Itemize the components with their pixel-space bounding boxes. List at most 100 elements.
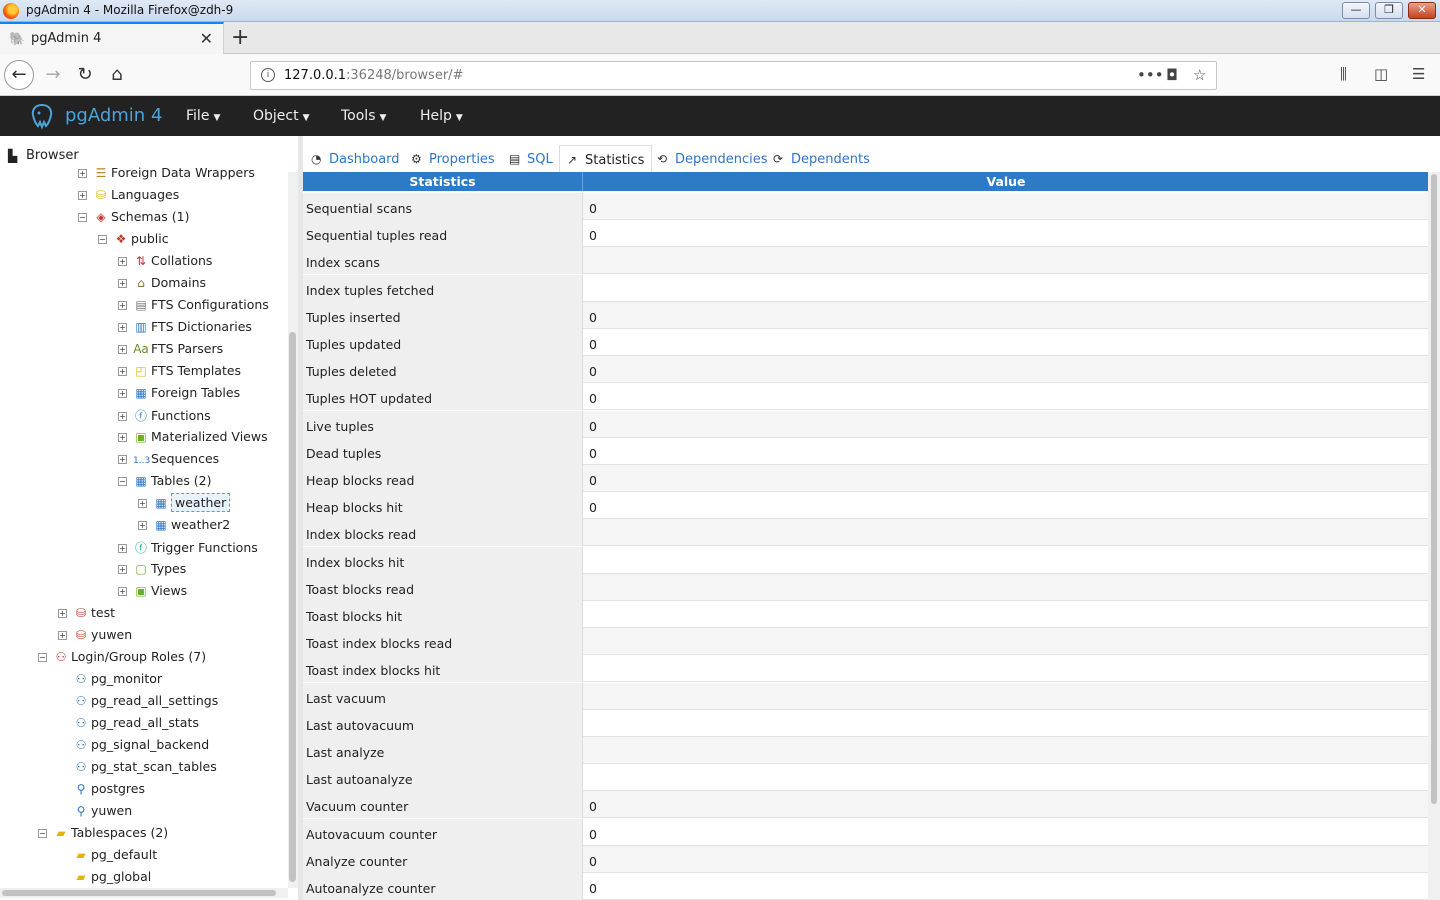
close-window-button[interactable]: ✕ — [1408, 2, 1436, 19]
expand-icon[interactable]: + — [118, 367, 127, 376]
new-tab-button[interactable]: + — [231, 25, 249, 50]
forward-button[interactable]: → — [38, 60, 68, 90]
pocket-icon[interactable]: ◘ — [1166, 66, 1178, 84]
table-row[interactable]: Toast index blocks hit — [303, 655, 1428, 683]
menu-file[interactable]: File ▼ — [186, 108, 220, 124]
tree-node[interactable]: + ▥ FTS Dictionaries — [118, 319, 252, 339]
column-header-statistics[interactable]: Statistics — [303, 172, 583, 191]
column-header-value[interactable]: Value — [584, 172, 1428, 191]
table-row[interactable]: Tuples deleted 0 — [303, 356, 1428, 384]
table-row[interactable]: Live tuples 0 — [303, 410, 1428, 438]
menu-tools[interactable]: Tools ▼ — [341, 108, 386, 124]
sidebar-toggle-icon[interactable]: ◫ — [1374, 65, 1388, 83]
table-row[interactable]: Index scans — [303, 247, 1428, 275]
tree-node[interactable]: − ▦ Tables (2) — [118, 473, 212, 493]
tree-node[interactable]: + ⛁ test — [58, 605, 115, 625]
tab-properties[interactable]: ⚙ Properties — [411, 145, 495, 172]
table-row[interactable]: Index blocks hit — [303, 546, 1428, 574]
minimize-button[interactable]: — — [1342, 2, 1370, 19]
table-row[interactable]: Heap blocks hit 0 — [303, 492, 1428, 520]
tree-node[interactable]: ⚲ yuwen — [58, 803, 133, 823]
menu-object[interactable]: Object ▼ — [253, 108, 310, 124]
table-row[interactable]: Toast index blocks read — [303, 628, 1428, 656]
table-row[interactable]: Sequential scans 0 — [303, 193, 1428, 220]
tree-horizontal-scrollbar[interactable] — [0, 888, 288, 898]
tree-vscroll-thumb[interactable] — [289, 332, 296, 882]
tree-node[interactable]: + ▦ weather — [138, 493, 231, 515]
tree-node[interactable]: + ◰ FTS Templates — [118, 363, 241, 383]
tree-node[interactable]: + ☰ Foreign Data Wrappers — [78, 167, 255, 185]
tree-node[interactable]: + ▦ weather2 — [138, 517, 230, 537]
expand-icon[interactable]: + — [118, 301, 127, 310]
expand-icon[interactable]: + — [118, 345, 127, 354]
collapse-icon[interactable]: − — [118, 477, 127, 486]
tree-node[interactable]: + ⛁ yuwen — [58, 627, 132, 647]
tree-node[interactable]: + ▣ Materialized Views — [118, 429, 268, 449]
tab-dependencies[interactable]: ⟲ Dependencies — [657, 145, 768, 172]
expand-icon[interactable]: + — [118, 389, 127, 398]
tree-node[interactable]: ▰ pg_default — [58, 847, 157, 867]
tree-node[interactable]: + ▢ Types — [118, 561, 186, 581]
tree-node[interactable]: − ▰ Tablespaces (2) — [38, 825, 168, 845]
expand-icon[interactable]: + — [118, 257, 127, 266]
expand-icon[interactable]: + — [118, 455, 127, 464]
table-row[interactable]: Tuples inserted 0 — [303, 301, 1428, 329]
expand-icon[interactable]: + — [118, 433, 127, 442]
library-icon[interactable]: ⫼ — [1340, 65, 1347, 83]
address-bar[interactable]: i 127.0.0.1:36248/browser/# ••• ◘ ☆ — [250, 61, 1217, 90]
expand-icon[interactable]: + — [58, 631, 67, 640]
tree-hscroll-thumb[interactable] — [2, 890, 276, 896]
grid-vertical-scrollbar[interactable] — [1428, 172, 1440, 900]
expand-icon[interactable]: + — [118, 565, 127, 574]
expand-icon[interactable]: + — [58, 609, 67, 618]
collapse-icon[interactable]: − — [38, 829, 47, 838]
tree-node[interactable]: + ▤ FTS Configurations — [118, 297, 269, 317]
expand-icon[interactable]: + — [138, 521, 147, 530]
tree-vertical-scrollbar[interactable] — [288, 172, 298, 888]
table-row[interactable]: Last autoanalyze — [303, 764, 1428, 792]
table-row[interactable]: Index tuples fetched — [303, 274, 1428, 302]
table-row[interactable]: Sequential tuples read 0 — [303, 220, 1428, 248]
tree-node[interactable]: ▰ pg_global — [58, 869, 151, 887]
back-button[interactable]: ← — [4, 60, 34, 90]
table-row[interactable]: Heap blocks read 0 — [303, 465, 1428, 492]
tree-node[interactable]: − ❖ public — [98, 231, 169, 251]
tree-node[interactable]: + ⓕ Functions — [118, 407, 211, 427]
table-row[interactable]: Index blocks read — [303, 519, 1428, 547]
expand-icon[interactable]: + — [118, 544, 127, 553]
table-row[interactable]: Vacuum counter 0 — [303, 791, 1428, 819]
tree-node[interactable]: + ⌂ Domains — [118, 275, 206, 295]
tree-node[interactable]: + ⓕ Trigger Functions — [118, 539, 258, 559]
tree-node[interactable]: ⚇ pg_read_all_settings — [58, 693, 219, 713]
table-row[interactable]: Toast blocks read — [303, 573, 1428, 601]
tab-sql[interactable]: ▤ SQL — [509, 145, 553, 172]
tree-node[interactable]: ⚇ pg_signal_backend — [58, 737, 210, 757]
expand-icon[interactable]: + — [118, 279, 127, 288]
tree-node[interactable]: + Aa FTS Parsers — [118, 341, 223, 361]
tree-node[interactable]: + ⛁ Languages — [78, 187, 179, 207]
bookmark-star-icon[interactable]: ☆ — [1193, 66, 1206, 84]
tree-node[interactable]: ⚇ pg_monitor — [58, 671, 162, 691]
tab-close-icon[interactable]: ✕ — [200, 29, 213, 48]
tree-node[interactable]: ⚲ postgres — [58, 781, 145, 801]
hamburger-menu-icon[interactable]: ☰ — [1412, 65, 1425, 83]
tree-node[interactable]: − ⚇ Login/Group Roles (7) — [38, 649, 206, 669]
tree-node[interactable]: − ◈ Schemas (1) — [78, 209, 189, 229]
tree-node[interactable]: ⚇ pg_stat_scan_tables — [58, 759, 217, 779]
expand-icon[interactable]: + — [118, 412, 127, 421]
collapse-icon[interactable]: − — [38, 653, 47, 662]
tab-dependents[interactable]: ⟳ Dependents — [773, 145, 870, 172]
expand-icon[interactable]: + — [118, 587, 127, 596]
tab-dashboard[interactable]: ◔ Dashboard — [311, 145, 400, 172]
table-row[interactable]: Last analyze — [303, 737, 1428, 764]
menu-help[interactable]: Help ▼ — [420, 108, 463, 124]
tree-node[interactable]: ⚇ pg_read_all_stats — [58, 715, 199, 735]
table-row[interactable]: Analyze counter 0 — [303, 845, 1428, 873]
table-row[interactable]: Tuples HOT updated 0 — [303, 383, 1428, 411]
page-actions-icon[interactable]: ••• — [1137, 66, 1164, 84]
table-row[interactable]: Last vacuum — [303, 682, 1428, 710]
expand-icon[interactable]: + — [78, 191, 87, 200]
grid-vscroll-thumb[interactable] — [1431, 174, 1437, 804]
reload-button[interactable]: ↻ — [70, 60, 100, 90]
table-row[interactable]: Toast blocks hit — [303, 601, 1428, 628]
